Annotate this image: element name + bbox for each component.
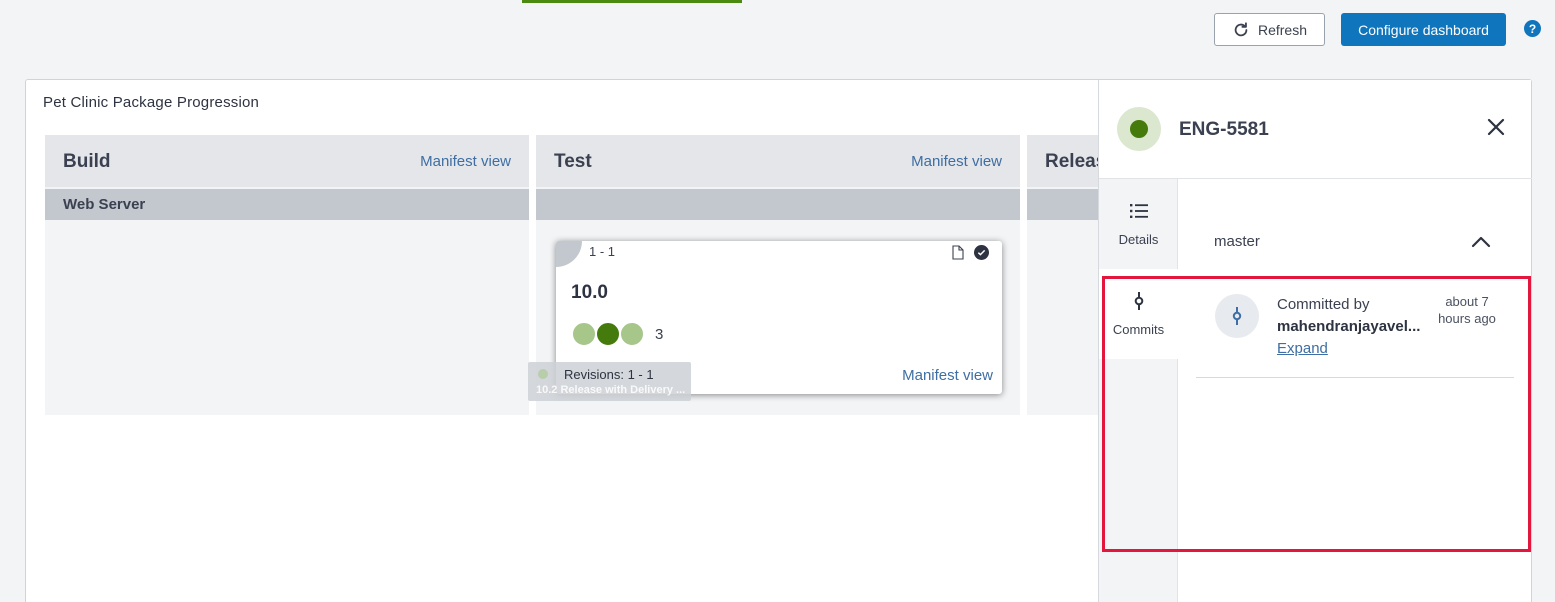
details-drawer: ENG-5581 Details Commits master Committe… [1098,80,1532,602]
tab-commits-label: Commits [1112,322,1165,337]
refresh-button[interactable]: Refresh [1214,13,1325,46]
stage-name: Test [554,151,592,172]
tooltip-dot [538,369,548,379]
commit-expand-link[interactable]: Expand [1277,340,1328,357]
chevron-up-icon[interactable] [1470,231,1492,253]
card-status-corner [556,241,582,267]
stage-build: Build Manifest view Web Server [45,135,529,415]
manifest-view-link[interactable]: Manifest view [420,153,511,170]
stage-group-label: Web Server [63,196,146,213]
stage-header: Test Manifest view [536,135,1020,187]
card-revision-range: 1 - 1 [589,244,616,259]
stage-header: Build Manifest view [45,135,529,187]
environment-dot[interactable] [619,321,645,347]
tab-details[interactable]: Details [1099,179,1178,269]
stage-name: Build [63,151,111,172]
branch-name: master [1214,233,1260,250]
commit-icon [1215,294,1259,338]
panel-title: Pet Clinic Package Progression [43,94,260,111]
commit-icon [1134,292,1143,310]
drawer-title: ENG-5581 [1179,119,1269,140]
status-indicator-icon [1117,107,1161,151]
configure-dashboard-button[interactable]: Configure dashboard [1341,13,1506,46]
document-icon[interactable] [952,245,964,260]
environment-count: 3 [655,325,664,343]
commit-committed-by: Committed by [1277,296,1370,313]
list-icon [1129,204,1148,218]
refresh-icon [1234,21,1248,36]
tab-commits[interactable]: Commits [1099,269,1178,359]
card-manifest-view-link[interactable]: Manifest view [902,367,993,384]
revisions-tooltip: Revisions: 1 - 1 10.2 Release with Deliv… [528,362,691,401]
manifest-view-link[interactable]: Manifest view [911,153,1002,170]
top-bar: Refresh Configure dashboard ? [0,0,1555,57]
commit-author: mahendranjayavel... [1277,318,1421,335]
stage-group-row: Web Server [45,189,529,220]
check-circle-icon [974,245,989,260]
refresh-label: Refresh [1257,21,1308,38]
environment-dot[interactable] [595,321,621,347]
close-icon[interactable] [1487,118,1505,136]
tooltip-revisions: Revisions: 1 - 1 [564,367,654,382]
commit-timestamp: about 7 hours ago [1438,294,1496,326]
top-accent-bar [522,0,742,3]
drawer-nav: Details Commits [1099,179,1178,602]
help-icon[interactable]: ? [1524,20,1541,37]
tooltip-subtitle: 10.2 Release with Delivery ... [536,384,686,396]
tab-details-label: Details [1118,232,1159,247]
branch-row[interactable]: master [1178,179,1532,275]
stage-group-row [536,189,1020,220]
environment-dot[interactable] [571,321,597,347]
drawer-header: ENG-5581 [1099,80,1532,179]
card-version: 10.0 [571,282,608,303]
commit-item: Committed by mahendranjayavel... Expand … [1196,280,1514,378]
environment-dots: 3 [571,321,663,347]
